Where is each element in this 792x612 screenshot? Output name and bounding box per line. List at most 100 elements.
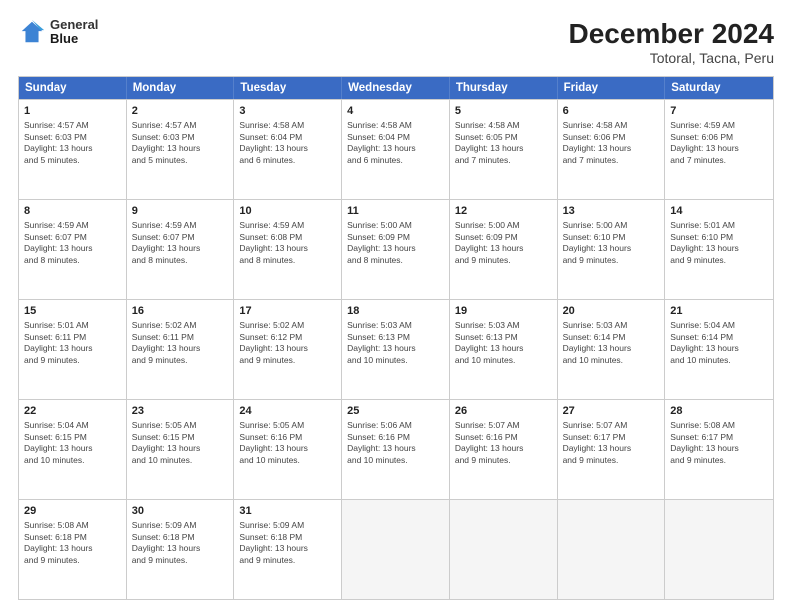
cell-details: Sunrise: 5:05 AM Sunset: 6:16 PM Dayligh… bbox=[239, 420, 336, 466]
weekday-header: Wednesday bbox=[342, 77, 450, 99]
calendar-cell: 6Sunrise: 4:58 AM Sunset: 6:06 PM Daylig… bbox=[558, 100, 666, 199]
calendar-cell: 17Sunrise: 5:02 AM Sunset: 6:12 PM Dayli… bbox=[234, 300, 342, 399]
weekday-header: Saturday bbox=[665, 77, 773, 99]
cell-details: Sunrise: 5:05 AM Sunset: 6:15 PM Dayligh… bbox=[132, 420, 229, 466]
cell-details: Sunrise: 4:59 AM Sunset: 6:06 PM Dayligh… bbox=[670, 120, 768, 166]
cell-details: Sunrise: 5:09 AM Sunset: 6:18 PM Dayligh… bbox=[132, 520, 229, 566]
page-title: December 2024 bbox=[569, 18, 774, 50]
calendar: SundayMondayTuesdayWednesdayThursdayFrid… bbox=[18, 76, 774, 600]
calendar-cell: 9Sunrise: 4:59 AM Sunset: 6:07 PM Daylig… bbox=[127, 200, 235, 299]
day-number: 21 bbox=[670, 304, 768, 319]
cell-details: Sunrise: 4:59 AM Sunset: 6:07 PM Dayligh… bbox=[24, 220, 121, 266]
logo-line2: Blue bbox=[50, 32, 98, 46]
day-number: 6 bbox=[563, 104, 660, 119]
day-number: 8 bbox=[24, 204, 121, 219]
cell-details: Sunrise: 5:08 AM Sunset: 6:18 PM Dayligh… bbox=[24, 520, 121, 566]
day-number: 1 bbox=[24, 104, 121, 119]
calendar-header: SundayMondayTuesdayWednesdayThursdayFrid… bbox=[19, 77, 773, 99]
cell-details: Sunrise: 5:02 AM Sunset: 6:11 PM Dayligh… bbox=[132, 320, 229, 366]
calendar-cell: 19Sunrise: 5:03 AM Sunset: 6:13 PM Dayli… bbox=[450, 300, 558, 399]
calendar-cell: 12Sunrise: 5:00 AM Sunset: 6:09 PM Dayli… bbox=[450, 200, 558, 299]
cell-details: Sunrise: 5:02 AM Sunset: 6:12 PM Dayligh… bbox=[239, 320, 336, 366]
day-number: 9 bbox=[132, 204, 229, 219]
calendar-cell: 5Sunrise: 4:58 AM Sunset: 6:05 PM Daylig… bbox=[450, 100, 558, 199]
cell-details: Sunrise: 5:06 AM Sunset: 6:16 PM Dayligh… bbox=[347, 420, 444, 466]
calendar-cell: 7Sunrise: 4:59 AM Sunset: 6:06 PM Daylig… bbox=[665, 100, 773, 199]
day-number: 18 bbox=[347, 304, 444, 319]
calendar-body: 1Sunrise: 4:57 AM Sunset: 6:03 PM Daylig… bbox=[19, 99, 773, 599]
cell-details: Sunrise: 4:58 AM Sunset: 6:04 PM Dayligh… bbox=[239, 120, 336, 166]
day-number: 14 bbox=[670, 204, 768, 219]
day-number: 16 bbox=[132, 304, 229, 319]
calendar-cell: 14Sunrise: 5:01 AM Sunset: 6:10 PM Dayli… bbox=[665, 200, 773, 299]
calendar-row: 22Sunrise: 5:04 AM Sunset: 6:15 PM Dayli… bbox=[19, 399, 773, 499]
day-number: 5 bbox=[455, 104, 552, 119]
calendar-cell: 30Sunrise: 5:09 AM Sunset: 6:18 PM Dayli… bbox=[127, 500, 235, 599]
calendar-cell bbox=[342, 500, 450, 599]
day-number: 28 bbox=[670, 404, 768, 419]
cell-details: Sunrise: 5:07 AM Sunset: 6:16 PM Dayligh… bbox=[455, 420, 552, 466]
cell-details: Sunrise: 5:07 AM Sunset: 6:17 PM Dayligh… bbox=[563, 420, 660, 466]
calendar-cell: 3Sunrise: 4:58 AM Sunset: 6:04 PM Daylig… bbox=[234, 100, 342, 199]
day-number: 11 bbox=[347, 204, 444, 219]
calendar-cell: 11Sunrise: 5:00 AM Sunset: 6:09 PM Dayli… bbox=[342, 200, 450, 299]
calendar-cell bbox=[558, 500, 666, 599]
cell-details: Sunrise: 5:00 AM Sunset: 6:10 PM Dayligh… bbox=[563, 220, 660, 266]
day-number: 13 bbox=[563, 204, 660, 219]
cell-details: Sunrise: 5:00 AM Sunset: 6:09 PM Dayligh… bbox=[455, 220, 552, 266]
logo: General Blue bbox=[18, 18, 98, 47]
weekday-header: Monday bbox=[127, 77, 235, 99]
cell-details: Sunrise: 4:58 AM Sunset: 6:05 PM Dayligh… bbox=[455, 120, 552, 166]
logo-icon bbox=[18, 18, 46, 46]
cell-details: Sunrise: 5:03 AM Sunset: 6:14 PM Dayligh… bbox=[563, 320, 660, 366]
day-number: 20 bbox=[563, 304, 660, 319]
weekday-header: Sunday bbox=[19, 77, 127, 99]
calendar-cell: 4Sunrise: 4:58 AM Sunset: 6:04 PM Daylig… bbox=[342, 100, 450, 199]
title-block: December 2024 Totoral, Tacna, Peru bbox=[569, 18, 774, 66]
day-number: 10 bbox=[239, 204, 336, 219]
calendar-cell: 28Sunrise: 5:08 AM Sunset: 6:17 PM Dayli… bbox=[665, 400, 773, 499]
page: General Blue December 2024 Totoral, Tacn… bbox=[0, 0, 792, 612]
cell-details: Sunrise: 4:58 AM Sunset: 6:06 PM Dayligh… bbox=[563, 120, 660, 166]
day-number: 7 bbox=[670, 104, 768, 119]
day-number: 22 bbox=[24, 404, 121, 419]
calendar-cell: 18Sunrise: 5:03 AM Sunset: 6:13 PM Dayli… bbox=[342, 300, 450, 399]
cell-details: Sunrise: 5:09 AM Sunset: 6:18 PM Dayligh… bbox=[239, 520, 336, 566]
day-number: 3 bbox=[239, 104, 336, 119]
cell-details: Sunrise: 4:58 AM Sunset: 6:04 PM Dayligh… bbox=[347, 120, 444, 166]
cell-details: Sunrise: 4:57 AM Sunset: 6:03 PM Dayligh… bbox=[24, 120, 121, 166]
cell-details: Sunrise: 5:00 AM Sunset: 6:09 PM Dayligh… bbox=[347, 220, 444, 266]
day-number: 17 bbox=[239, 304, 336, 319]
logo-line1: General bbox=[50, 18, 98, 32]
calendar-cell: 2Sunrise: 4:57 AM Sunset: 6:03 PM Daylig… bbox=[127, 100, 235, 199]
cell-details: Sunrise: 4:57 AM Sunset: 6:03 PM Dayligh… bbox=[132, 120, 229, 166]
calendar-cell: 15Sunrise: 5:01 AM Sunset: 6:11 PM Dayli… bbox=[19, 300, 127, 399]
calendar-row: 8Sunrise: 4:59 AM Sunset: 6:07 PM Daylig… bbox=[19, 199, 773, 299]
day-number: 30 bbox=[132, 504, 229, 519]
day-number: 25 bbox=[347, 404, 444, 419]
calendar-row: 29Sunrise: 5:08 AM Sunset: 6:18 PM Dayli… bbox=[19, 499, 773, 599]
calendar-cell: 21Sunrise: 5:04 AM Sunset: 6:14 PM Dayli… bbox=[665, 300, 773, 399]
page-subtitle: Totoral, Tacna, Peru bbox=[569, 50, 774, 66]
cell-details: Sunrise: 5:08 AM Sunset: 6:17 PM Dayligh… bbox=[670, 420, 768, 466]
calendar-cell bbox=[665, 500, 773, 599]
cell-details: Sunrise: 5:03 AM Sunset: 6:13 PM Dayligh… bbox=[455, 320, 552, 366]
day-number: 27 bbox=[563, 404, 660, 419]
cell-details: Sunrise: 4:59 AM Sunset: 6:08 PM Dayligh… bbox=[239, 220, 336, 266]
day-number: 4 bbox=[347, 104, 444, 119]
weekday-header: Friday bbox=[558, 77, 666, 99]
calendar-cell: 13Sunrise: 5:00 AM Sunset: 6:10 PM Dayli… bbox=[558, 200, 666, 299]
day-number: 2 bbox=[132, 104, 229, 119]
weekday-header: Tuesday bbox=[234, 77, 342, 99]
cell-details: Sunrise: 4:59 AM Sunset: 6:07 PM Dayligh… bbox=[132, 220, 229, 266]
cell-details: Sunrise: 5:03 AM Sunset: 6:13 PM Dayligh… bbox=[347, 320, 444, 366]
calendar-cell: 1Sunrise: 4:57 AM Sunset: 6:03 PM Daylig… bbox=[19, 100, 127, 199]
day-number: 19 bbox=[455, 304, 552, 319]
calendar-cell: 29Sunrise: 5:08 AM Sunset: 6:18 PM Dayli… bbox=[19, 500, 127, 599]
calendar-cell: 26Sunrise: 5:07 AM Sunset: 6:16 PM Dayli… bbox=[450, 400, 558, 499]
cell-details: Sunrise: 5:01 AM Sunset: 6:10 PM Dayligh… bbox=[670, 220, 768, 266]
calendar-row: 15Sunrise: 5:01 AM Sunset: 6:11 PM Dayli… bbox=[19, 299, 773, 399]
logo-text: General Blue bbox=[50, 18, 98, 47]
calendar-row: 1Sunrise: 4:57 AM Sunset: 6:03 PM Daylig… bbox=[19, 99, 773, 199]
calendar-cell bbox=[450, 500, 558, 599]
